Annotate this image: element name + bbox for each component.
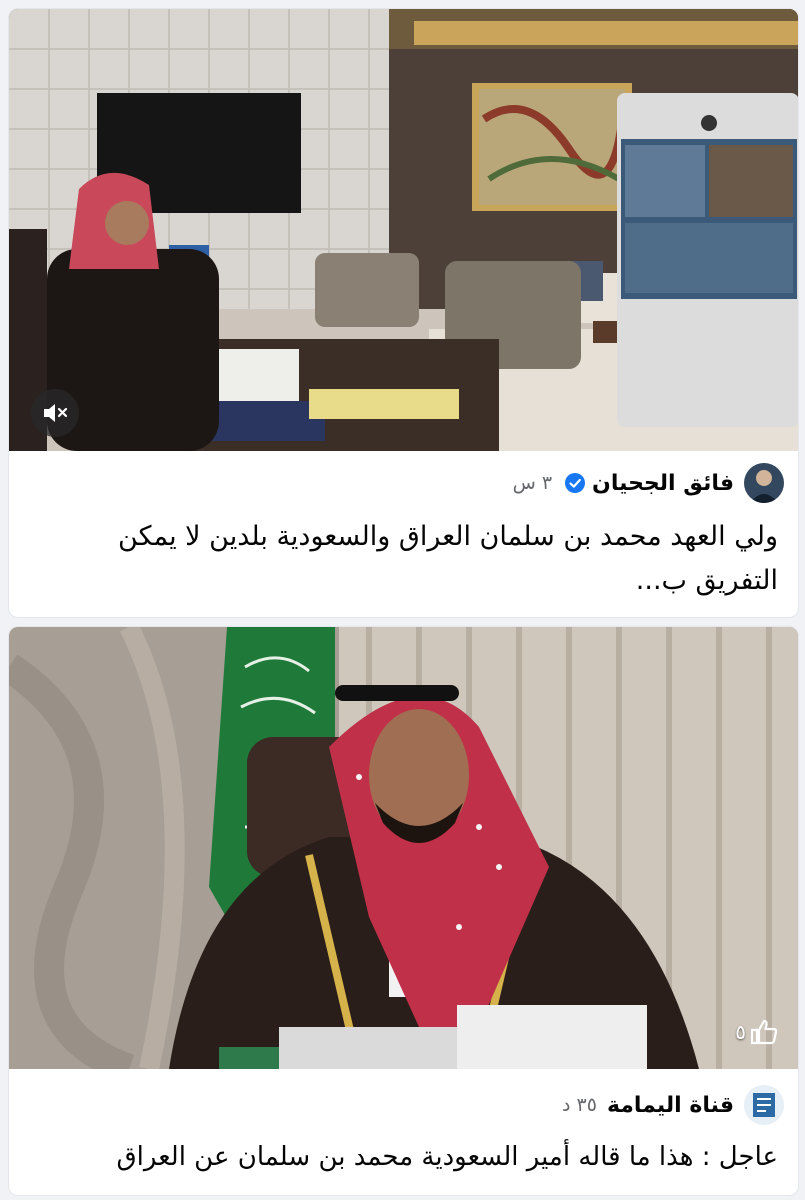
- author-name[interactable]: قناة اليمامة: [607, 1093, 734, 1118]
- thumbs-up-icon: [750, 1019, 778, 1045]
- video-frame-portrait: [9, 627, 798, 1069]
- post-card[interactable]: ٥ قناة اليمامة ٣٥ د عاجل : هذا ما قاله أ…: [8, 626, 799, 1196]
- post-text[interactable]: عاجل : هذا ما قاله أمير السعودية محمد بن…: [9, 1133, 798, 1179]
- like-count: ٥: [735, 1020, 746, 1044]
- user-avatar-icon: [744, 463, 784, 503]
- video-frame-office: [9, 9, 798, 451]
- post-header: قناة اليمامة ٣٥ د: [9, 1077, 798, 1133]
- avatar[interactable]: [744, 1085, 784, 1125]
- post-text[interactable]: ولي العهد محمد بن سلمان العراق والسعودية…: [9, 511, 798, 603]
- post-timestamp[interactable]: ٣ س: [513, 472, 552, 494]
- avatar[interactable]: [744, 463, 784, 503]
- channel-logo-icon: [744, 1085, 784, 1125]
- like-indicator[interactable]: ٥: [735, 1019, 778, 1045]
- post-video[interactable]: [9, 9, 798, 451]
- post-header: فائق الجحيان ٣ س: [9, 455, 798, 511]
- post-timestamp[interactable]: ٣٥ د: [562, 1094, 597, 1116]
- mute-button[interactable]: [31, 389, 79, 437]
- author-name[interactable]: فائق الجحيان: [592, 471, 734, 496]
- post-video[interactable]: ٥: [9, 627, 798, 1069]
- mute-speaker-icon: [42, 402, 68, 424]
- post-card[interactable]: فائق الجحيان ٣ س ولي العهد محمد بن سلمان…: [8, 8, 799, 618]
- verified-badge-icon: [564, 472, 586, 494]
